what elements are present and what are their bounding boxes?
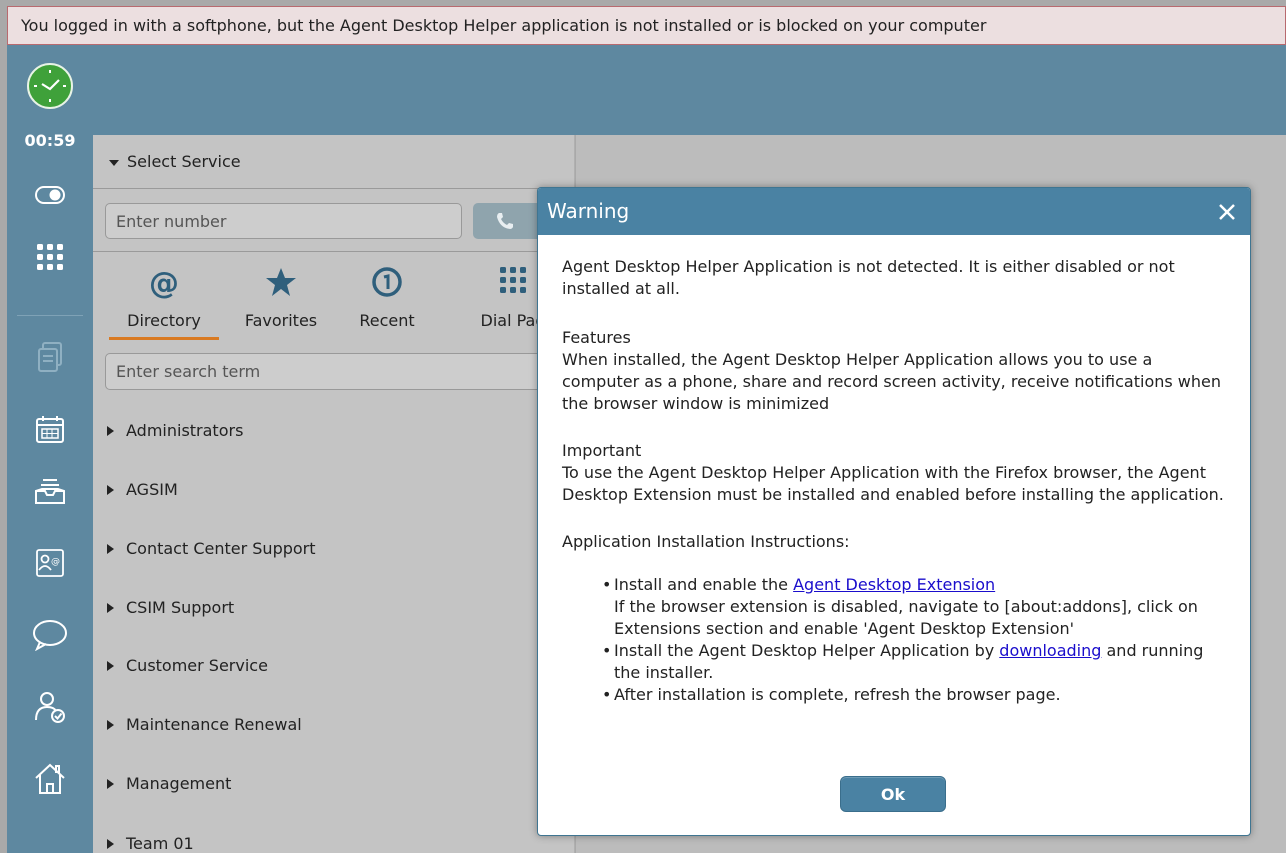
dialpad-icon <box>500 267 526 293</box>
clock-icon[interactable] <box>27 63 73 109</box>
group-label: Team 01 <box>126 834 194 853</box>
dialog-header: Warning <box>538 188 1250 235</box>
group-item-maintenance-renewal[interactable]: Maintenance Renewal <box>93 696 555 754</box>
group-label: CSIM Support <box>126 598 235 617</box>
at-icon: @ <box>149 266 179 299</box>
select-service-label: Select Service <box>127 152 241 171</box>
alert-banner: You logged in with a softphone, but the … <box>7 6 1286 45</box>
select-service-dropdown[interactable]: Select Service <box>93 135 555 189</box>
directory-panel: Select Service @ Directory Favorites Rec… <box>93 135 575 853</box>
expand-arrow-icon <box>107 425 114 436</box>
expand-arrow-icon <box>107 719 114 730</box>
group-item-team-01[interactable]: Team 01 <box>93 815 555 853</box>
expand-arrow-icon <box>107 660 114 671</box>
intro-text: Agent Desktop Helper Application is not … <box>562 257 1175 298</box>
group-label: Contact Center Support <box>126 539 316 558</box>
group-label: Customer Service <box>126 656 268 675</box>
group-label: AGSIM <box>126 480 178 499</box>
calendar-icon[interactable] <box>25 407 75 451</box>
call-button[interactable] <box>473 203 543 239</box>
group-item-administrators[interactable]: Administrators <box>93 402 555 460</box>
group-item-contact-center-support[interactable]: Contact Center Support <box>93 520 555 578</box>
top-bar <box>93 45 1286 135</box>
features-text: When installed, the Agent Desktop Helper… <box>562 350 1222 413</box>
tab-label: Favorites <box>244 311 318 330</box>
active-tab-indicator <box>109 337 219 340</box>
expand-arrow-icon <box>107 778 114 789</box>
instruction-step: Install the Agent Desktop Helper Applica… <box>602 640 1226 684</box>
toggle-icon[interactable] <box>25 173 75 217</box>
group-item-management[interactable]: Management <box>93 755 555 813</box>
phone-icon <box>497 213 513 229</box>
group-item-agsim[interactable]: AGSIM <box>93 461 555 519</box>
features-title: Features <box>562 328 631 347</box>
inbox-icon[interactable] <box>25 469 75 513</box>
group-label: Administrators <box>126 421 244 440</box>
home-icon[interactable] <box>25 757 75 801</box>
chat-bubble-icon[interactable] <box>25 613 75 657</box>
number-input[interactable] <box>105 203 462 239</box>
expand-arrow-icon <box>107 602 114 613</box>
tab-directory[interactable]: @ Directory <box>109 257 219 341</box>
tab-label: Directory <box>127 311 201 330</box>
step-text: Install and enable the <box>614 575 794 594</box>
group-item-customer-service[interactable]: Customer Service <box>93 637 555 695</box>
dialog-body: Agent Desktop Helper Application is not … <box>538 235 1250 706</box>
star-icon <box>266 268 296 296</box>
instruction-step: Install and enable the Agent Desktop Ext… <box>602 574 1226 640</box>
tab-favorites[interactable]: Favorites <box>231 257 331 341</box>
downloading-link[interactable]: downloading <box>999 641 1101 660</box>
sidebar-divider <box>17 315 83 316</box>
tab-recent[interactable]: Recent <box>347 257 427 341</box>
expand-arrow-icon <box>107 838 114 849</box>
session-timer: 00:59 <box>24 131 76 150</box>
document-icon[interactable] <box>25 335 75 379</box>
tab-label: Recent <box>359 311 415 330</box>
step-text: Install the Agent Desktop Helper Applica… <box>614 641 1000 660</box>
svg-text:@: @ <box>51 557 60 567</box>
close-button[interactable] <box>1214 188 1240 235</box>
group-item-csim-support[interactable]: CSIM Support <box>93 579 555 637</box>
step-note: If the browser extension is disabled, na… <box>614 597 1198 638</box>
expand-arrow-icon <box>107 484 114 495</box>
dialog-title: Warning <box>547 199 630 223</box>
agent-desktop-extension-link[interactable]: Agent Desktop Extension <box>793 575 995 594</box>
close-icon <box>1219 203 1235 220</box>
group-label: Management <box>126 774 232 793</box>
step-text: After installation is complete, refresh … <box>614 685 1061 704</box>
user-check-icon[interactable] <box>25 685 75 729</box>
warning-dialog: Warning Agent Desktop Helper Application… <box>537 187 1251 836</box>
dialpad-grid-icon[interactable] <box>25 235 75 279</box>
group-label: Maintenance Renewal <box>126 715 302 734</box>
instructions-title: Application Installation Instructions: <box>562 532 850 551</box>
instruction-step: After installation is complete, refresh … <box>602 684 1226 706</box>
instructions-list: Install and enable the Agent Desktop Ext… <box>562 574 1226 706</box>
left-sidebar: 00:59 @ <box>7 45 93 853</box>
ok-button[interactable]: Ok <box>840 776 946 812</box>
alert-banner-text: You logged in with a softphone, but the … <box>21 16 987 35</box>
expand-arrow-icon <box>107 543 114 554</box>
search-input[interactable] <box>105 353 553 390</box>
caret-down-icon <box>109 159 119 166</box>
svg-text:@: @ <box>149 266 179 299</box>
contact-card-icon[interactable]: @ <box>25 541 75 585</box>
divider <box>93 251 575 252</box>
important-title: Important <box>562 441 642 460</box>
important-text: To use the Agent Desktop Helper Applicat… <box>562 463 1224 504</box>
recent-icon <box>372 267 402 297</box>
